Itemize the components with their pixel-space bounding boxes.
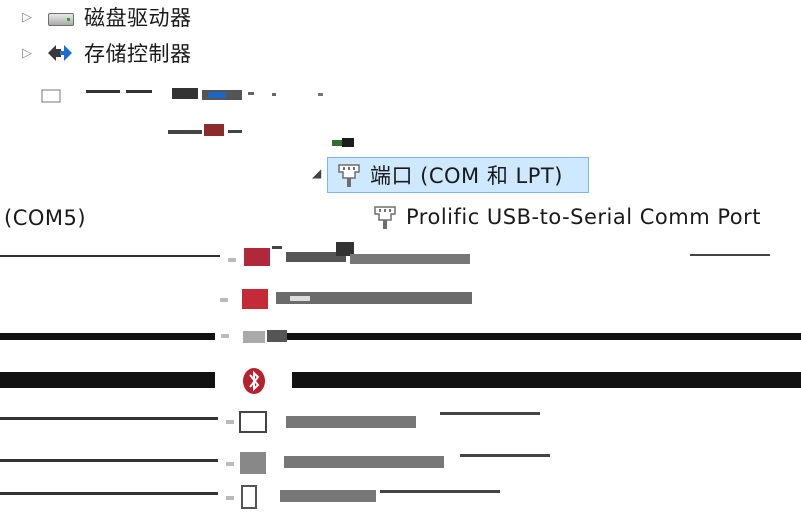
tree-item-disk-drives[interactable]: ▷ 磁盘驱动器 bbox=[22, 0, 192, 34]
collapse-arrow-icon[interactable]: ◢ bbox=[312, 166, 321, 180]
corrupted-glyph bbox=[168, 120, 248, 140]
corrupted-glyph bbox=[330, 134, 360, 152]
port-connector-icon bbox=[372, 203, 398, 231]
corrupted-band bbox=[0, 333, 215, 340]
corrupted-band bbox=[0, 372, 215, 388]
corrupted-tree-row bbox=[0, 482, 801, 510]
corrupted-tree-row bbox=[22, 84, 352, 106]
tree-item-label: 磁盘驱动器 bbox=[84, 6, 192, 30]
corrupted-tree-row bbox=[0, 446, 801, 480]
tree-item-label: 存储控制器 bbox=[84, 42, 192, 66]
corrupted-tree-row bbox=[0, 282, 801, 316]
expand-arrow-icon[interactable]: ▷ bbox=[22, 11, 36, 24]
com5-label-fragment: (COM5) bbox=[4, 206, 87, 230]
disk-drive-icon bbox=[46, 5, 76, 29]
corrupted-tree-row bbox=[215, 322, 295, 350]
tree-item-prolific-port[interactable]: Prolific USB-to-Serial Comm Port bbox=[372, 200, 761, 234]
corrupted-band bbox=[278, 333, 801, 340]
tree-item-ports[interactable]: 端口 (COM 和 LPT) bbox=[327, 157, 589, 193]
corrupted-tree-row bbox=[0, 404, 801, 438]
corrupted-band bbox=[292, 372, 801, 388]
expand-arrow-icon[interactable]: ▷ bbox=[22, 47, 36, 60]
tree-item-storage-controllers[interactable]: ▷ 存储控制器 bbox=[22, 36, 192, 70]
port-connector-icon bbox=[336, 161, 362, 189]
tree-item-label: Prolific USB-to-Serial Comm Port bbox=[406, 205, 761, 229]
corrupted-tree-row bbox=[0, 240, 801, 274]
tree-item-label: 端口 (COM 和 LPT) bbox=[370, 164, 563, 188]
bluetooth-icon bbox=[240, 366, 270, 396]
storage-controller-icon bbox=[46, 41, 76, 65]
